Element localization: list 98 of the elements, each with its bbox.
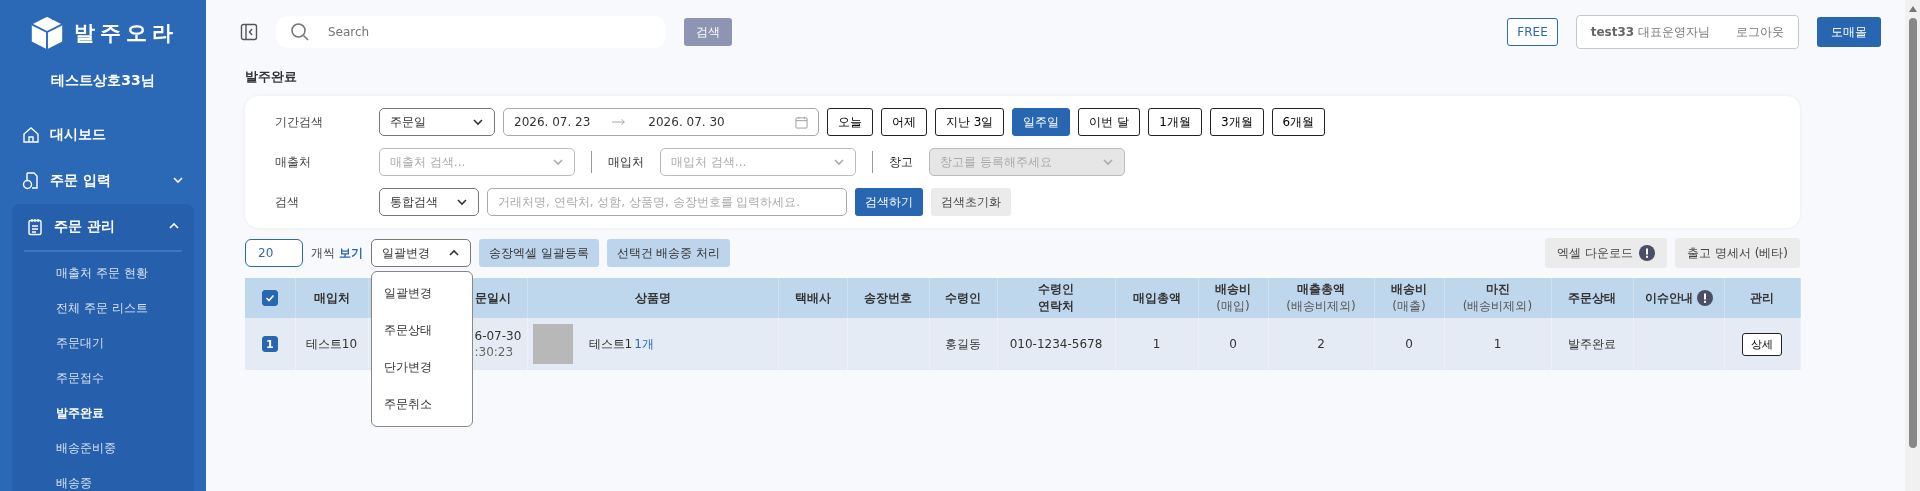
chevron-icon	[456, 196, 468, 208]
scroll-up-icon[interactable]	[1908, 6, 1917, 12]
page-title: 발주완료	[245, 68, 298, 86]
menu-option[interactable]: 일괄변경	[371, 275, 472, 312]
nav-item[interactable]: 주문 입력	[0, 158, 206, 204]
nav-subitem[interactable]: 주문대기	[12, 326, 194, 361]
date-range-button[interactable]: 1개월	[1148, 108, 1202, 136]
table-cell: 0	[1198, 318, 1268, 370]
nav-subitem[interactable]: 배송준비중	[12, 431, 194, 466]
column-header: 배송비 (매출)	[1390, 282, 1428, 315]
table-cell: 테스트10	[295, 318, 368, 370]
table-cell: 홍길동	[929, 318, 997, 370]
order-time-cell-text: 6-07-30 :30:23	[474, 329, 523, 359]
column-header: 수령인 연락처	[1038, 282, 1074, 313]
filter-label: 매입처	[608, 153, 644, 171]
check-icon	[264, 293, 275, 303]
nav-item[interactable]: 주문 관리	[12, 204, 194, 250]
arrow-icon	[612, 118, 627, 126]
plan-badge: FREE	[1507, 18, 1558, 46]
export-button[interactable]: 엑셀 다운로드	[1545, 238, 1667, 268]
search-type-select[interactable]: 통합검색	[379, 188, 479, 216]
chevron-icon	[552, 156, 564, 168]
document-icon	[22, 172, 40, 190]
table-cell: 발주완료	[1551, 318, 1633, 370]
nav-subitem[interactable]: 배송중	[12, 466, 194, 491]
date-range-button[interactable]: 지난 3일	[935, 108, 1005, 136]
select-all-checkbox[interactable]	[261, 290, 278, 306]
table-cell: 1	[1115, 318, 1198, 370]
table-cell: 010-1234-5678	[997, 318, 1115, 370]
wholesale-mall-button[interactable]: 도매몰	[1817, 17, 1881, 47]
chevron-icon	[1102, 156, 1114, 168]
column-header: 이슈안내	[1644, 289, 1713, 307]
reset-button[interactable]: 검색초기화	[931, 188, 1011, 216]
column-header: 관리	[1750, 290, 1774, 305]
date-range-button[interactable]: 이번 달	[1078, 108, 1141, 136]
calendar-icon	[795, 115, 808, 129]
info-icon	[1639, 245, 1655, 261]
search-icon	[290, 22, 310, 42]
filter-label: 기간검색	[275, 113, 324, 131]
nav-subitem[interactable]: 주문접수	[12, 361, 194, 396]
filter-label: 매출처	[275, 153, 312, 171]
search-submit-button[interactable]: 검색하기	[855, 188, 923, 216]
filter-label: 창고	[889, 153, 913, 171]
menu-option[interactable]: 주문상태	[371, 312, 472, 349]
export-button[interactable]: 출고 명세서 (베타)	[1675, 238, 1800, 268]
user-name: test33 대표운영자님	[1590, 23, 1710, 41]
table-cell: 2	[1268, 318, 1374, 370]
row-checkbox[interactable]: 1	[261, 336, 278, 352]
bulk-change-select[interactable]: 일괄변경	[370, 239, 471, 267]
column-header: 문일시	[474, 290, 511, 305]
nav-subitem[interactable]: 매출처 주문 현황	[12, 256, 194, 291]
date-range-button[interactable]: 3개월	[1209, 108, 1264, 136]
nav-subitem[interactable]: 발주완료	[12, 396, 194, 431]
column-header: 송장번호	[864, 290, 912, 305]
page-size-field[interactable]: 20	[245, 239, 303, 267]
home-icon	[22, 126, 40, 144]
company-name: 테스트상호33님	[51, 72, 155, 90]
table-cell: 1	[1444, 318, 1551, 370]
product-image-placeholder	[532, 324, 573, 364]
column-header: 수령인	[945, 290, 981, 305]
clipboard-icon	[26, 218, 44, 236]
date-range-button[interactable]: 일주일	[1012, 108, 1071, 136]
search-field[interactable]: Search	[276, 16, 666, 48]
chevron-icon	[833, 156, 845, 168]
column-header: 매출총액 (배송비제외)	[1285, 282, 1357, 315]
keyword-input[interactable]: 거래처명, 연락처, 성함, 상품명, 송장번호를 입력하세요.	[487, 188, 847, 216]
column-header: 상품명	[634, 290, 671, 305]
chevron-icon	[472, 116, 484, 128]
scrollbar[interactable]	[1905, 0, 1920, 491]
column-header: 매입처	[313, 290, 350, 305]
page-size-label: 개씩 보기	[311, 244, 363, 262]
sidebar-collapse-icon[interactable]	[240, 23, 258, 41]
scrollbar-thumb[interactable]	[1908, 18, 1917, 448]
menu-option[interactable]: 단가변경	[371, 349, 472, 386]
detail-button[interactable]: 상세	[1742, 332, 1782, 356]
column-header: 마진 (배송비제외)	[1461, 282, 1534, 315]
action-button[interactable]: 송장엑셀 일괄등록	[478, 239, 599, 267]
column-header: 매입총액	[1132, 290, 1181, 305]
nav-subitem[interactable]: 전체 주문 리스트	[12, 291, 194, 326]
logo-text: 발주오라	[74, 20, 178, 47]
action-button[interactable]: 선택건 배송중 처리	[606, 239, 731, 267]
quantity-link[interactable]: 1개	[634, 335, 654, 353]
date-range-field[interactable]: 2026. 07. 23 2026. 07. 30	[503, 108, 819, 136]
logout-link[interactable]: 로그아웃	[1736, 23, 1784, 41]
column-header: 택배사	[794, 290, 831, 305]
date-range-button[interactable]: 오늘	[827, 108, 873, 136]
chevron-icon	[172, 174, 184, 186]
column-header: 배송비 (매입)	[1214, 282, 1252, 315]
filter-label: 검색	[275, 193, 300, 211]
product-name: 테스트1	[588, 335, 633, 353]
date-range-button[interactable]: 어제	[881, 108, 927, 136]
date-type-select[interactable]: 주문일	[379, 108, 495, 136]
date-range-button[interactable]: 6개월	[1271, 108, 1326, 136]
info-icon	[1696, 290, 1713, 306]
column-header: 주문상태	[1568, 290, 1616, 305]
nav-item[interactable]: 대시보드	[0, 112, 206, 158]
table-cell: 0	[1374, 318, 1444, 370]
menu-option[interactable]: 주문취소	[371, 386, 472, 423]
